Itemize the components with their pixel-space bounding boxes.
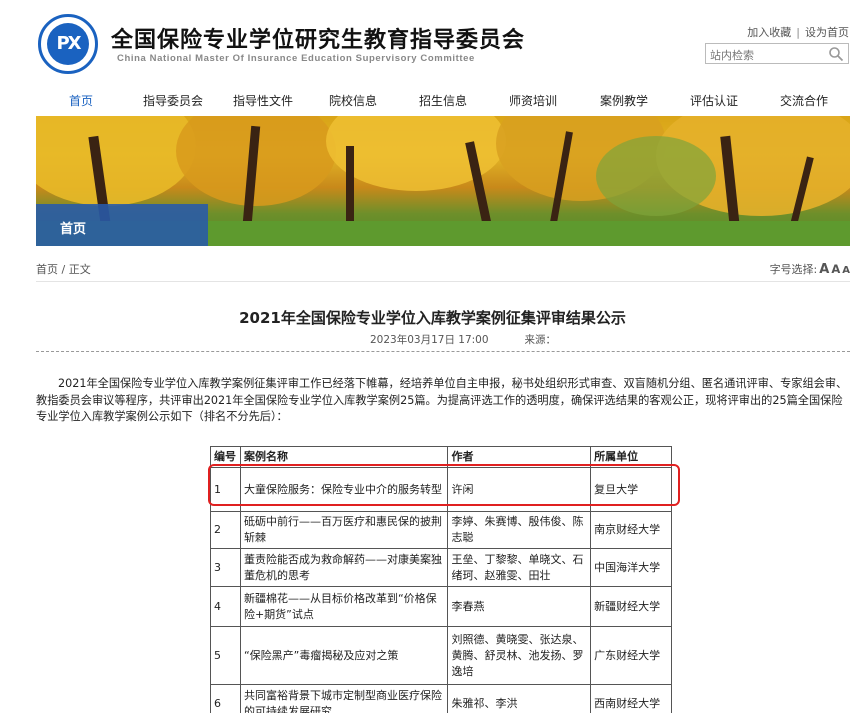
font-size-label: 字号选择: xyxy=(770,263,818,276)
cell-case-name: “保险黑产”毒瘤揭秘及应对之策 xyxy=(240,627,448,685)
cell-author: 李春燕 xyxy=(448,587,591,627)
site-search xyxy=(705,43,849,64)
cell-institution: 新疆财经大学 xyxy=(591,587,672,627)
cell-number: 5 xyxy=(211,627,241,685)
publish-date: 2023年03月17日 17:00 xyxy=(370,334,489,346)
search-icon[interactable] xyxy=(828,46,844,62)
top-links: 加入收藏 | 设为首页 xyxy=(747,24,849,40)
dashed-divider xyxy=(36,351,850,352)
breadcrumb[interactable]: 首页 / 正文 xyxy=(36,263,91,276)
table-row: 6 共同富裕背景下城市定制型商业医疗保险的可持续发展研究 朱雅祁、李洪 西南财经… xyxy=(211,685,672,713)
cell-author: 朱雅祁、李洪 xyxy=(448,685,591,713)
cell-institution: 南京财经大学 xyxy=(591,512,672,549)
article-body: 2021年全国保险专业学位入库教学案例征集评审工作已经落下帷幕，经培养单位自主申… xyxy=(36,376,852,426)
nav-exchange[interactable]: 交流合作 xyxy=(780,92,828,109)
nav-faculty-training[interactable]: 师资培训 xyxy=(509,92,557,109)
cell-number: 4 xyxy=(211,587,241,627)
cell-case-name: 董责险能否成为救命解药——对康美案独董危机的思考 xyxy=(240,549,448,587)
highlight-box xyxy=(208,464,680,506)
banner-image: 首页 xyxy=(36,116,850,246)
article-source: 来源： xyxy=(525,334,557,346)
font-size-small[interactable]: A xyxy=(842,265,850,276)
cell-case-name: 砥砺中前行——百万医疗和惠民保的披荆斩棘 xyxy=(240,512,448,549)
link-separator: | xyxy=(796,26,800,39)
foliage xyxy=(596,136,716,216)
cell-institution: 中国海洋大学 xyxy=(591,549,672,587)
breadcrumb-bar: 首页 / 正文 字号选择:AAA xyxy=(36,261,850,277)
divider xyxy=(36,281,850,282)
nav-case-teaching[interactable]: 案例教学 xyxy=(600,92,648,109)
logo-mark: PX xyxy=(47,23,89,65)
cell-institution: 西南财经大学 xyxy=(591,685,672,713)
article-title: 2021年全国保险专业学位入库教学案例征集评审结果公示 xyxy=(0,307,865,328)
font-size-selector: 字号选择:AAA xyxy=(770,261,850,277)
table-row: 3 董责险能否成为救命解药——对康美案独董危机的思考 王垒、丁黎黎、单晓文、石绪… xyxy=(211,549,672,587)
nav-evaluation[interactable]: 评估认证 xyxy=(690,92,738,109)
article-meta: 2023年03月17日 17:00 来源： xyxy=(370,332,556,347)
font-size-medium[interactable]: A xyxy=(831,262,840,276)
add-favorite-link[interactable]: 加入收藏 xyxy=(747,26,791,39)
cell-author: 王垒、丁黎黎、单晓文、石绪珂、赵雅雯、田壮 xyxy=(448,549,591,587)
nav-guidance-docs[interactable]: 指导性文件 xyxy=(233,92,293,109)
cell-number: 3 xyxy=(211,549,241,587)
cell-number: 2 xyxy=(211,512,241,549)
foliage xyxy=(36,116,196,206)
font-size-large[interactable]: A xyxy=(819,262,829,277)
cell-institution: 广东财经大学 xyxy=(591,627,672,685)
nav-home[interactable]: 首页 xyxy=(69,92,93,109)
nav-admissions[interactable]: 招生信息 xyxy=(419,92,467,109)
site-subtitle: China National Master Of Insurance Educa… xyxy=(117,53,475,64)
table-row: 4 新疆棉花——从目标价格改革到“价格保险+期货”试点 李春燕 新疆财经大学 xyxy=(211,587,672,627)
banner-label: 首页 xyxy=(36,204,208,246)
set-homepage-link[interactable]: 设为首页 xyxy=(805,26,849,39)
site-title: 全国保险专业学位研究生教育指导委员会 xyxy=(111,22,525,54)
cell-author: 李婷、朱赛博、殷伟俊、陈志聪 xyxy=(448,512,591,549)
site-logo[interactable]: PX xyxy=(38,14,98,74)
nav-institutions[interactable]: 院校信息 xyxy=(329,92,377,109)
site-header: PX 全国保险专业学位研究生教育指导委员会 China National Mas… xyxy=(0,0,865,86)
search-input[interactable] xyxy=(706,46,824,65)
cell-case-name: 共同富裕背景下城市定制型商业医疗保险的可持续发展研究 xyxy=(240,685,448,713)
table-row: 2 砥砺中前行——百万医疗和惠民保的披荆斩棘 李婷、朱赛博、殷伟俊、陈志聪 南京… xyxy=(211,512,672,549)
nav-committee[interactable]: 指导委员会 xyxy=(143,92,203,109)
main-nav: 首页 指导委员会 指导性文件 院校信息 招生信息 师资培训 案例教学 评估认证 … xyxy=(0,90,865,112)
table-row: 5 “保险黑产”毒瘤揭秘及应对之策 刘照德、黄晓雯、张达泉、黄腾、舒灵林、池发扬… xyxy=(211,627,672,685)
cell-case-name: 新疆棉花——从目标价格改革到“价格保险+期货”试点 xyxy=(240,587,448,627)
cell-number: 6 xyxy=(211,685,241,713)
cell-author: 刘照德、黄晓雯、张达泉、黄腾、舒灵林、池发扬、罗逸培 xyxy=(448,627,591,685)
